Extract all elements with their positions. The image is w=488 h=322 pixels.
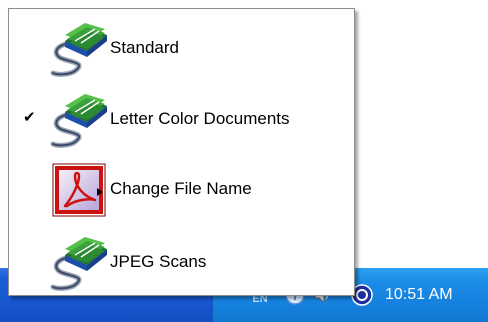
menu-item-jpeg-scans[interactable]: JPEG Scans	[9, 231, 354, 293]
scanner-stack-icon	[45, 92, 109, 148]
scanner-stack-icon	[45, 235, 109, 291]
scan-profile-menu: Standard ✔ Letter Color Documents Change…	[8, 8, 355, 296]
menu-item-standard[interactable]: Standard	[9, 17, 354, 79]
menu-item-label: Change File Name	[110, 179, 252, 198]
pdf-acrobat-icon	[45, 162, 109, 218]
checkmark-icon: ✔	[23, 109, 36, 126]
menu-item-label: Letter Color Documents	[110, 109, 290, 128]
menu-item-label: Standard	[110, 38, 179, 57]
menu-item-change-file-name[interactable]: Change File Name	[9, 158, 354, 220]
scanner-stack-icon	[45, 21, 109, 77]
desktop-screen: EN 10:51 AM Standard ✔ Letter Color Docu…	[0, 0, 488, 322]
menu-item-letter-color-documents[interactable]: ✔ Letter Color Documents	[9, 88, 354, 150]
system-clock[interactable]: 10:51 AM	[385, 284, 480, 306]
menu-item-label: JPEG Scans	[110, 252, 207, 271]
